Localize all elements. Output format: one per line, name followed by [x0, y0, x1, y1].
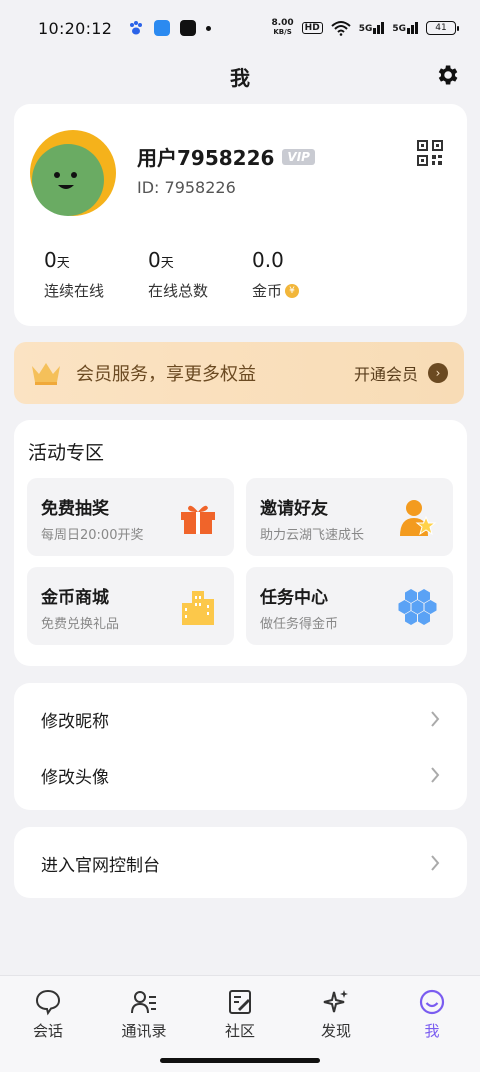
page-header: 我 [0, 56, 480, 96]
tile-invite-friends[interactable]: 邀请好友 助力云湖飞速成长 [246, 478, 453, 556]
vip-banner[interactable]: 会员服务，享更多权益 开通会员 › [14, 342, 464, 404]
avatar[interactable] [30, 130, 116, 216]
chat-bubble-icon [35, 989, 61, 1016]
chevron-right-icon [431, 767, 440, 783]
username: 用户7958226 VIP [137, 142, 315, 171]
username-text: 用户7958226 [137, 146, 275, 170]
tab-community[interactable]: 社区 [192, 988, 288, 1041]
qr-code-icon[interactable] [417, 140, 443, 166]
tab-chats[interactable]: 会话 [0, 988, 96, 1041]
console-menu: 进入官网控制台 [14, 827, 467, 898]
home-indicator[interactable] [160, 1058, 320, 1063]
profile-card: 用户7958226 VIP ID: 7958226 0天 连续在线 0天 在线总… [14, 104, 467, 326]
open-vip-button[interactable]: 开通会员 › [354, 361, 448, 385]
notification-icons [128, 20, 212, 36]
page-title: 我 [230, 65, 250, 90]
profile-edit-menu: 修改昵称 修改头像 [14, 683, 467, 810]
community-edit-icon [229, 990, 251, 1014]
signal-5g-icon: 5G [359, 22, 385, 34]
stats-row: 0天 连续在线 0天 在线总数 0.0 金币 ¥ [44, 248, 356, 301]
settings-gear-icon[interactable] [434, 62, 460, 88]
tile-task-center[interactable]: 任务中心 做任务得金币 [246, 567, 453, 645]
hd-badge: HD [301, 22, 323, 34]
hexagon-cluster-icon [398, 589, 437, 625]
stat-coins[interactable]: 0.0 金币 ¥ [252, 248, 356, 301]
menu-edit-avatar[interactable]: 修改头像 [14, 747, 467, 803]
dot-icon [206, 25, 212, 31]
crown-icon [32, 363, 60, 385]
stat-continuous-online: 0天 连续在线 [44, 248, 105, 300]
tile-coin-mall[interactable]: 金币商城 免费兑换礼品 [27, 567, 234, 645]
net-speed: 8.00 KB/S [271, 18, 294, 37]
baidu-paw-icon [130, 21, 143, 35]
app-notify-icon [154, 20, 171, 36]
chevron-right-icon [431, 855, 440, 871]
shop-building-icon [182, 591, 214, 625]
tab-contacts[interactable]: 通讯录 [96, 988, 192, 1041]
stat-total-online: 0天 在线总数 [148, 248, 209, 300]
tab-discover[interactable]: 发现 [288, 988, 384, 1041]
menu-edit-nickname[interactable]: 修改昵称 [14, 691, 467, 747]
chevron-right-icon: › [428, 363, 448, 383]
vip-badge: VIP [282, 148, 315, 165]
coin-icon: ¥ [285, 283, 300, 298]
menu-enter-console[interactable]: 进入官网控制台 [14, 835, 467, 891]
activity-section: 活动专区 免费抽奖 每周日20:00开奖 邀请好友 助力云湖飞速成长 金币商城 … [14, 420, 467, 666]
sparkle-icon [323, 990, 348, 1013]
gift-icon [181, 505, 215, 534]
tab-me[interactable]: 我 [384, 988, 480, 1041]
tile-free-lottery[interactable]: 免费抽奖 每周日20:00开奖 [27, 478, 234, 556]
signal-5g-icon-2: 5G [392, 22, 418, 34]
battery-icon: 41 [426, 21, 459, 35]
smiley-face-icon [419, 989, 445, 1015]
clock: 10:20:12 [38, 18, 113, 38]
user-id: ID: 7958226 [137, 178, 236, 197]
status-bar: 10:20:12 8.00 KB/S HD 5G 5G 41 [0, 0, 480, 56]
contacts-icon [131, 991, 156, 1014]
chevron-right-icon [431, 711, 440, 727]
vip-banner-text: 会员服务，享更多权益 [76, 364, 256, 385]
wifi-icon [331, 21, 351, 36]
section-title: 活动专区 [28, 442, 105, 464]
app-notify-icon-2 [180, 20, 197, 36]
invite-user-icon [400, 500, 437, 536]
